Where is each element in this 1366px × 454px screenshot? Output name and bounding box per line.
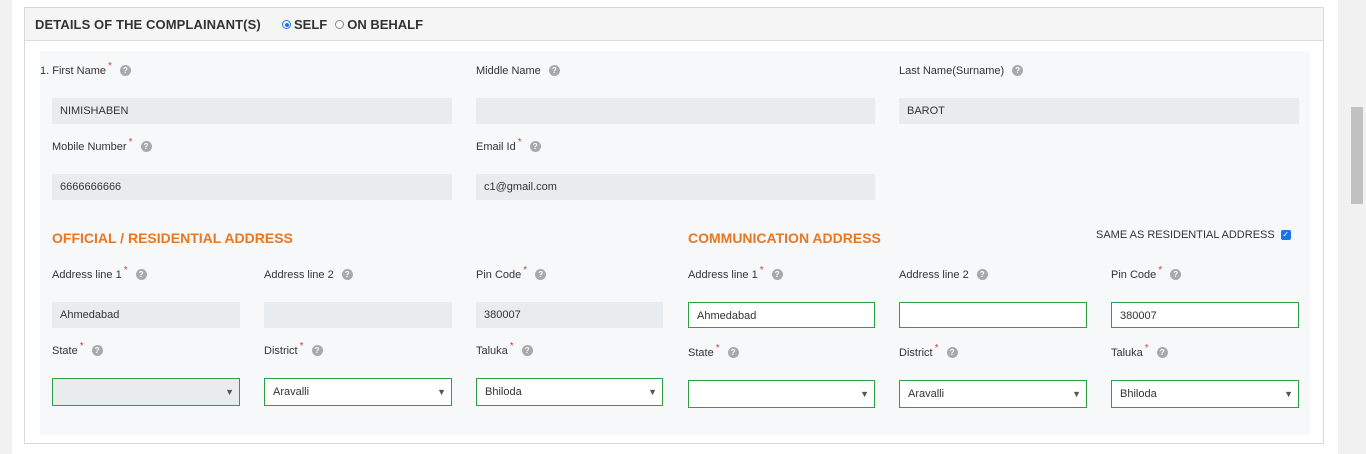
comm-district-label: District *? xyxy=(899,343,958,359)
res-taluka-label: Taluka *? xyxy=(476,341,533,357)
comm-taluka-select[interactable]: Bhiloda ▼ xyxy=(1111,380,1299,408)
comm-address1-label: Address line 1 *? xyxy=(688,265,783,281)
last-name-label: Last Name(Surname)? xyxy=(899,65,1024,77)
comm-state-select[interactable]: ▼ xyxy=(688,380,875,408)
chevron-down-icon: ▼ xyxy=(1284,389,1293,399)
radio-self-indicator[interactable] xyxy=(282,20,291,29)
help-icon[interactable]: ? xyxy=(140,141,152,152)
complainant-form: 1. First Name *? Middle Name? Last Name(S… xyxy=(40,51,1310,435)
comm-district-value: Aravalli xyxy=(908,388,945,400)
comm-pin-field[interactable]: 380007 xyxy=(1111,302,1299,328)
required-marker: * xyxy=(79,341,84,352)
required-marker: * xyxy=(128,137,133,148)
res-state-label: State *? xyxy=(52,341,103,357)
res-pin-label: Pin Code *? xyxy=(476,265,547,281)
help-icon[interactable]: ? xyxy=(135,269,147,280)
email-field[interactable]: c1@gmail.com xyxy=(476,174,875,200)
comm-address1-field[interactable]: Ahmedabad xyxy=(688,302,875,328)
same-as-residential[interactable]: SAME AS RESIDENTIAL ADDRESS ✓ xyxy=(1096,229,1291,241)
help-icon[interactable]: ? xyxy=(91,345,103,356)
radio-on-behalf-indicator[interactable] xyxy=(335,20,345,29)
comm-taluka-value: Bhiloda xyxy=(1120,388,1157,400)
comm-pin-label: Pin Code *? xyxy=(1111,265,1182,281)
help-icon[interactable]: ? xyxy=(311,345,323,356)
chevron-down-icon: ▼ xyxy=(225,387,234,397)
comm-district-select[interactable]: Aravalli ▼ xyxy=(899,380,1087,408)
first-name-field[interactable]: NIMISHABEN xyxy=(52,98,452,124)
required-marker: * xyxy=(1144,343,1149,354)
res-state-select[interactable]: ▼ xyxy=(52,378,240,406)
required-marker: * xyxy=(759,265,764,276)
res-pin-field[interactable]: 380007 xyxy=(476,302,663,328)
radio-on-behalf-label: ON BEHALF xyxy=(347,17,424,32)
vertical-scrollbar[interactable] xyxy=(1346,0,1366,454)
required-marker: * xyxy=(509,341,514,352)
res-district-select[interactable]: Aravalli ▼ xyxy=(264,378,452,406)
chevron-down-icon: ▼ xyxy=(437,387,446,397)
help-icon[interactable]: ? xyxy=(535,269,547,280)
res-address2-label: Address line 2? xyxy=(264,269,353,281)
comm-address2-label: Address line 2? xyxy=(899,269,988,281)
scrollbar-thumb[interactable] xyxy=(1351,107,1363,204)
required-marker: * xyxy=(1158,265,1163,276)
radio-on-behalf[interactable]: ON BEHALF xyxy=(335,17,423,32)
first-name-label: 1. First Name *? xyxy=(40,61,131,77)
required-marker: * xyxy=(108,61,112,72)
comm-state-label: State *? xyxy=(688,343,739,359)
help-icon[interactable]: ? xyxy=(1156,347,1168,358)
help-icon[interactable]: ? xyxy=(946,347,958,358)
required-marker: * xyxy=(523,265,528,276)
required-marker: * xyxy=(715,343,720,354)
res-district-label: District *? xyxy=(264,341,323,357)
required-marker: * xyxy=(123,265,128,276)
comm-address2-field[interactable] xyxy=(899,302,1087,328)
help-icon[interactable]: ? xyxy=(771,269,783,280)
radio-self[interactable]: SELF xyxy=(282,17,327,32)
res-address1-label: Address line 1 *? xyxy=(52,265,147,281)
chevron-down-icon: ▼ xyxy=(648,387,657,397)
middle-name-label: Middle Name? xyxy=(476,65,560,77)
help-icon[interactable]: ? xyxy=(1170,269,1182,280)
radio-self-label: SELF xyxy=(294,17,328,32)
chevron-down-icon: ▼ xyxy=(1072,389,1081,399)
complainant-type-radio-group: SELF ON BEHALF xyxy=(282,17,431,32)
complainant-details-panel: DETAILS OF THE COMPLAINANT(S) SELF ON BE… xyxy=(24,7,1324,444)
res-address2-field[interactable] xyxy=(264,302,452,328)
required-marker: * xyxy=(517,137,522,148)
required-marker: * xyxy=(934,343,939,354)
help-icon[interactable]: ? xyxy=(1012,65,1024,76)
help-icon[interactable]: ? xyxy=(548,65,560,76)
res-district-value: Aravalli xyxy=(273,386,310,398)
res-taluka-value: Bhiloda xyxy=(485,386,522,398)
chevron-down-icon: ▼ xyxy=(860,389,869,399)
communication-address-title: COMMUNICATION ADDRESS xyxy=(688,230,881,246)
res-taluka-select[interactable]: Bhiloda ▼ xyxy=(476,378,663,406)
res-address1-field[interactable]: Ahmedabad xyxy=(52,302,240,328)
mobile-number-label: Mobile Number *? xyxy=(52,137,152,153)
comm-taluka-label: Taluka *? xyxy=(1111,343,1168,359)
panel-title: DETAILS OF THE COMPLAINANT(S) xyxy=(35,17,261,32)
same-as-residential-label: SAME AS RESIDENTIAL ADDRESS xyxy=(1096,229,1275,241)
middle-name-field[interactable] xyxy=(476,98,875,124)
help-icon[interactable]: ? xyxy=(119,65,131,76)
help-icon[interactable]: ? xyxy=(529,141,541,152)
residential-address-title: OFFICIAL / RESIDENTIAL ADDRESS xyxy=(52,230,293,246)
last-name-field[interactable]: BAROT xyxy=(899,98,1299,124)
required-marker: * xyxy=(299,341,304,352)
help-icon[interactable]: ? xyxy=(976,269,988,280)
mobile-number-field[interactable]: 6666666666 xyxy=(52,174,452,200)
help-icon[interactable]: ? xyxy=(521,345,533,356)
same-as-residential-checkbox[interactable]: ✓ xyxy=(1280,230,1291,240)
help-icon[interactable]: ? xyxy=(341,269,353,280)
email-label: Email Id *? xyxy=(476,137,541,153)
panel-header: DETAILS OF THE COMPLAINANT(S) SELF ON BE… xyxy=(25,8,1323,41)
help-icon[interactable]: ? xyxy=(727,347,739,358)
